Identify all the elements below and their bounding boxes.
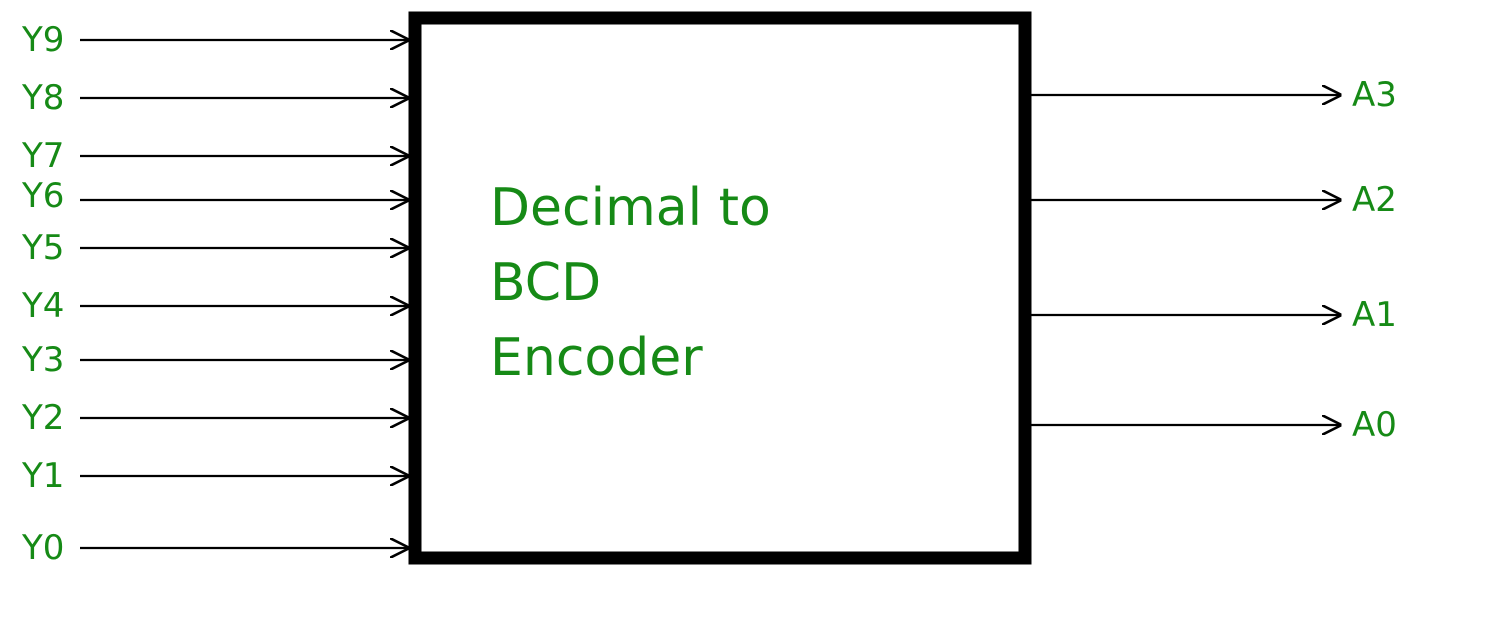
input-label-y0: Y0	[21, 528, 64, 568]
output-label-a2: A2	[1352, 180, 1397, 220]
block-title-line2: BCD	[490, 253, 601, 313]
input-label-y2: Y2	[21, 398, 64, 438]
output-label-a3: A3	[1352, 75, 1397, 115]
block-title-line3: Encoder	[490, 328, 703, 388]
output-label-a0: A0	[1352, 405, 1397, 445]
input-label-y3: Y3	[21, 340, 64, 380]
input-label-y9: Y9	[21, 20, 64, 60]
input-label-y1: Y1	[21, 456, 64, 496]
diagram-canvas: Decimal to BCD Encoder Y9 Y8 Y7 Y6 Y5 Y4…	[0, 0, 1490, 628]
input-label-y4: Y4	[21, 286, 64, 326]
output-label-a1: A1	[1352, 295, 1397, 335]
block-title-line1: Decimal to	[490, 178, 771, 238]
input-label-y5: Y5	[21, 228, 64, 268]
input-label-y8: Y8	[21, 78, 64, 118]
input-label-y6: Y6	[21, 176, 64, 216]
input-label-y7: Y7	[21, 136, 64, 176]
